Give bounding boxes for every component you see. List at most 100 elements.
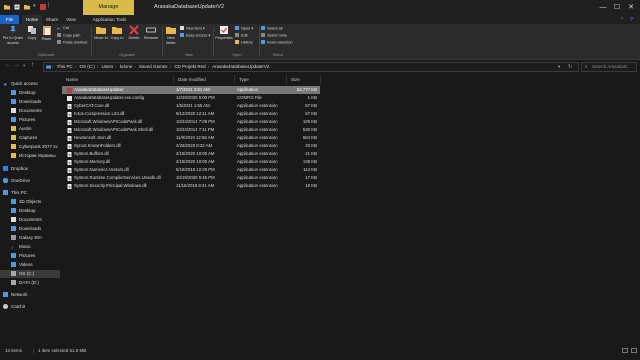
drive-icon xyxy=(11,280,16,285)
new-folder-icon[interactable] xyxy=(24,4,30,10)
column-size[interactable]: Size xyxy=(287,75,321,84)
open-button[interactable]: Open ▾ xyxy=(235,26,253,32)
table-row[interactable]: Syroot.KnownFolders.dll 2/26/2020 8:32 AM… xyxy=(62,142,320,150)
edit-button[interactable]: Edit xyxy=(235,33,248,39)
column-type[interactable]: Type xyxy=(235,75,287,84)
help-icon[interactable]: ? xyxy=(630,17,633,23)
nav-downloads-pc[interactable]: Downloads xyxy=(11,225,41,233)
table-row[interactable]: Microsoft.WindowsAPICodePack.dll 10/24/20… xyxy=(62,118,320,126)
tab-view[interactable]: View xyxy=(62,15,80,24)
properties-button[interactable]: Properties xyxy=(215,25,233,41)
nav-videos[interactable]: Videos xyxy=(11,261,33,269)
select-all-button[interactable]: Select all xyxy=(261,26,282,32)
documents-icon xyxy=(11,217,16,222)
search-box[interactable]: ⌕ Search ArasakaD... xyxy=(581,62,637,72)
nav-pictures[interactable]: Pictures xyxy=(11,116,35,124)
nav-network[interactable]: Network xyxy=(3,291,28,299)
tab-application-tools[interactable]: Application Tools xyxy=(82,15,137,24)
file-date: 11/15/2019 8:41 AM xyxy=(176,183,215,188)
copy-path-button[interactable]: Copy path xyxy=(57,33,80,39)
cut-button[interactable]: ✂ Cut xyxy=(57,26,69,31)
history-button[interactable]: History xyxy=(235,40,253,46)
back-arrow-icon[interactable]: ← xyxy=(5,62,11,68)
group-separator xyxy=(213,27,214,57)
nav-desktop-pc[interactable]: Desktop xyxy=(11,207,36,215)
properties-icon[interactable] xyxy=(14,4,20,10)
address-dropdown-icon[interactable]: ▾ xyxy=(558,63,560,71)
close-button[interactable]: ✕ xyxy=(624,0,638,15)
table-row[interactable]: System.Numerics.Vectors.dll 5/15/2018 12:… xyxy=(62,166,320,174)
table-row[interactable]: System.Security.Principal.Windows.dll 11/… xyxy=(62,182,320,190)
nav-documents[interactable]: Documents xyxy=(11,107,42,115)
nav-dropbox[interactable]: Dropbox xyxy=(3,165,28,173)
table-row[interactable]: System.Buffers.dll 2/19/2020 10:05 AM Appl… xyxy=(62,150,320,158)
breadcrumb-item[interactable]: Users xyxy=(101,64,113,69)
nav-label: Music xyxy=(19,244,31,249)
nav-onedrive[interactable]: OneDrive xyxy=(3,177,30,185)
nav-austin[interactable]: Austin xyxy=(11,125,32,133)
nav-documents-pc[interactable]: Documents xyxy=(11,216,42,224)
paste-shortcut-button[interactable]: Paste shortcut xyxy=(57,40,87,46)
table-row[interactable]: K4os.Compression.LZ4.dll 9/12/2020 12:11 … xyxy=(62,110,320,118)
table-row[interactable]: ArasakaDatabaseUpdater 1/7/2021 3:51 AM Ap… xyxy=(62,86,320,94)
paste-button[interactable]: Paste xyxy=(40,25,53,42)
delete-button[interactable]: Delete xyxy=(127,25,141,41)
nav-desktop[interactable]: Desktop xyxy=(11,89,36,97)
nav-catchit[interactable]: Catchit xyxy=(3,303,25,311)
large-icons-view-icon[interactable] xyxy=(631,348,637,353)
nav-galaxy[interactable]: Galaxy S9+ xyxy=(11,234,42,242)
invert-selection-button[interactable]: Invert selection xyxy=(261,40,293,46)
refresh-icon[interactable]: ↻ xyxy=(568,63,572,71)
table-row[interactable]: ArasakaDatabaseUpdater.exe.config 12/29/2… xyxy=(62,94,320,102)
nav-quick-access[interactable]: ★ Quick access xyxy=(3,80,38,88)
minimize-button[interactable]: — xyxy=(596,0,610,15)
table-row[interactable]: Newtonsoft.Json.dll 11/9/2019 12:56 AM App… xyxy=(62,134,320,142)
qa-dropdown-icon[interactable]: ▾ xyxy=(33,3,36,9)
breadcrumb-item[interactable]: kdone xyxy=(120,64,132,69)
dll-file-icon xyxy=(67,111,72,117)
copy-to-button[interactable]: Copy to xyxy=(110,25,124,41)
up-arrow-icon[interactable]: ↑ xyxy=(31,62,34,68)
select-none-button[interactable]: Select none xyxy=(261,33,287,39)
nav-cyberpunk[interactable]: Cyberpunk 2077 sv xyxy=(11,143,58,151)
copy-button[interactable]: Copy xyxy=(26,25,38,41)
breadcrumb-item[interactable]: Saved Games xyxy=(139,64,168,69)
nav-captures[interactable]: Captures xyxy=(11,134,37,142)
nav-3d-objects[interactable]: 3D Objects xyxy=(11,198,41,206)
nav-os-c[interactable]: OS (C:) xyxy=(0,270,60,278)
table-row[interactable]: System.Memory.dll 2/19/2020 10:05 AM Appli… xyxy=(62,158,320,166)
breadcrumb-item[interactable]: OS (C:) xyxy=(79,64,94,69)
select-none-label: Select none xyxy=(267,33,288,38)
table-row[interactable]: CyberCAT.Core.dll 1/5/2021 1:55 AM Applica… xyxy=(62,102,320,110)
nav-downloads[interactable]: Downloads xyxy=(11,98,41,106)
tab-file[interactable]: File xyxy=(0,15,19,24)
collapse-ribbon-icon[interactable]: ⌃ xyxy=(620,17,624,23)
table-row[interactable]: Microsoft.WindowsAPICodePack.Shell.dll 10… xyxy=(62,126,320,134)
tab-home[interactable]: Home xyxy=(22,15,42,24)
nav-this-pc[interactable]: This PC xyxy=(3,189,27,197)
nav-pictures-pc[interactable]: Pictures xyxy=(11,252,35,260)
breadcrumb-item[interactable]: CD Projekt Red xyxy=(174,64,205,69)
recent-locations-icon[interactable]: ▾ xyxy=(23,63,25,69)
rename-button[interactable]: Rename xyxy=(143,25,159,41)
nav-data-d[interactable]: DATA (D:) xyxy=(11,279,39,287)
open-label: Open xyxy=(241,26,251,31)
nav-music[interactable]: ♪ Music xyxy=(11,243,31,251)
nav-history-ukraine[interactable]: Истории Украины xyxy=(11,152,56,160)
address-bar[interactable]: › This PC › OS (C:) › Users › kdone › Saved … xyxy=(43,62,579,72)
breadcrumb-item[interactable]: This PC xyxy=(57,64,73,69)
table-row[interactable]: System.Runtime.CompilerServices.Unsafe.d… xyxy=(62,174,320,182)
pin-quick-access-button[interactable]: Pin to Quick access xyxy=(2,25,24,45)
forward-arrow-icon[interactable]: → xyxy=(14,62,20,68)
column-date-modified[interactable]: Date modified xyxy=(174,75,235,84)
breadcrumb-item[interactable]: ArasakaDatabaseUpdaterV2 xyxy=(212,64,269,69)
tab-share[interactable]: Share xyxy=(42,15,62,24)
new-item-button[interactable]: New item ▾ xyxy=(180,26,205,32)
details-view-icon[interactable] xyxy=(622,348,628,353)
new-folder-button[interactable]: New folder xyxy=(164,25,178,45)
move-to-button[interactable]: Move to xyxy=(94,25,108,41)
column-name[interactable]: Name xyxy=(62,75,174,84)
tab-manage[interactable]: Manage xyxy=(83,0,134,15)
maximize-button[interactable]: ☐ xyxy=(610,0,624,15)
easy-access-button[interactable]: Easy access ▾ xyxy=(180,33,210,39)
